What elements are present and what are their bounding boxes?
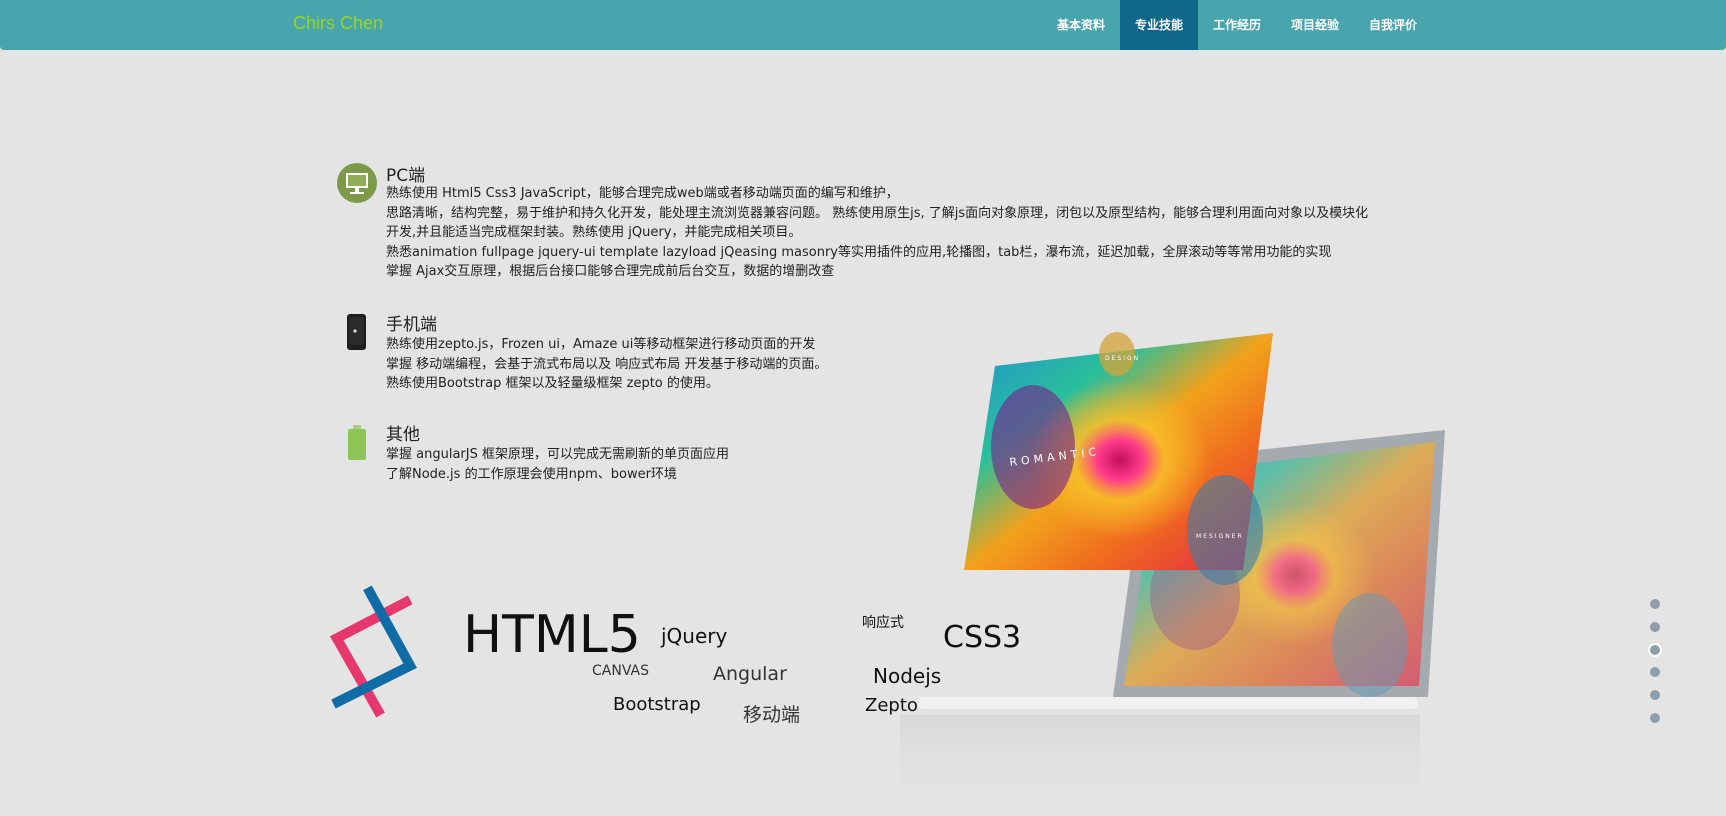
website-preview-card: DESIGN ROMANTIC MESIGNER [964, 332, 1273, 585]
nav-item-self-evaluation[interactable]: 自我评价 [1354, 0, 1432, 50]
section-title-pc: PC端 [386, 166, 426, 186]
top-navbar: Chirs Chen 基本资料 专业技能 工作经历 项目经验 自我评价 [0, 0, 1726, 50]
page-dot-5[interactable] [1650, 690, 1660, 701]
section-title-mobile: 手机端 [386, 315, 437, 335]
text-line: 熟练使用Bootstrap 框架以及轻量级框架 zepto 的使用。 [386, 376, 719, 391]
text-line: 掌握 Ajax交互原理，根据后台接口能够合理完成前后台交互，数据的增删改查 [386, 264, 835, 279]
section-body-other: 掌握 angularJS 框架原理，可以完成无需刷新的单页面应用 了解Node.… [386, 445, 729, 484]
skill-canvas: CANVAS [592, 663, 649, 679]
card-text-design: DESIGN [1105, 355, 1140, 362]
skill-css3: CSS3 [943, 620, 1022, 655]
text-line: 熟悉animation fullpage jquery-ui template … [386, 244, 1332, 260]
brand-logo-text[interactable]: Chirs Chen [293, 13, 383, 34]
text-line: 熟练使用 Html5 Css3 JavaScript，能够合理完成web端或者移… [386, 186, 899, 201]
nav-item-basic-info[interactable]: 基本资料 [1042, 0, 1120, 50]
text-line: 熟练使用zepto.js，Frozen ui，Amaze ui等移动框架进行移动… [386, 337, 816, 352]
page-dot-4[interactable] [1650, 667, 1660, 678]
monitor-icon [337, 163, 377, 203]
page-dot-3-active[interactable] [1650, 644, 1660, 655]
section-body-pc: 熟练使用 Html5 Css3 JavaScript，能够合理完成web端或者移… [386, 184, 1368, 282]
skill-responsive: 响应式 [862, 615, 904, 631]
skill-jquery: jQuery [661, 624, 728, 648]
section-body-mobile: 熟练使用zepto.js，Frozen ui，Amaze ui等移动框架进行移动… [386, 335, 827, 394]
skill-nodejs: Nodejs [873, 664, 942, 688]
section-title-other: 其他 [386, 425, 420, 445]
nav-item-projects[interactable]: 项目经验 [1276, 0, 1354, 50]
page-dot-6[interactable] [1650, 712, 1660, 723]
skill-angular: Angular [713, 663, 787, 685]
skill-zepto: Zepto [865, 695, 918, 716]
showcase-illustration: DESIGN ROMANTIC MESIGNER [900, 332, 1445, 816]
skill-bootstrap: Bootstrap [613, 694, 701, 715]
text-line: 开发,并且能适当完成框架封装。熟练使用 jQuery，并能完成相关项目。 [386, 225, 802, 240]
page-dot-1[interactable] [1650, 599, 1660, 609]
nav-item-skills[interactable]: 专业技能 [1120, 0, 1198, 50]
text-line: 了解Node.js 的工作原理会使用npm、bower环境 [386, 466, 677, 482]
skill-html5: HTML5 [463, 605, 641, 665]
nav-item-work-experience[interactable]: 工作经历 [1198, 0, 1276, 50]
smartphone-icon [347, 314, 366, 350]
card-text-mesigner: MESIGNER [1196, 533, 1244, 540]
text-line: 掌握 angularJS 框架原理，可以完成无需刷新的单页面应用 [386, 447, 729, 462]
page-dot-2[interactable] [1650, 621, 1660, 632]
nav-menu: 基本资料 专业技能 工作经历 项目经验 自我评价 [1042, 0, 1432, 50]
page-navigation-dots [1650, 599, 1660, 736]
battery-icon [348, 425, 366, 460]
skills-logo-icon [329, 585, 417, 718]
skill-mobile: 移动端 [743, 704, 801, 726]
text-line: 思路清晰，结构完整，易于维护和持久化开发，能处理主流浏览器兼容问题。 熟练使用原… [386, 205, 1369, 221]
text-line: 掌握 移动端编程，会基于流式布局以及 响应式布局 开发基于移动端的页面。 [386, 356, 828, 372]
